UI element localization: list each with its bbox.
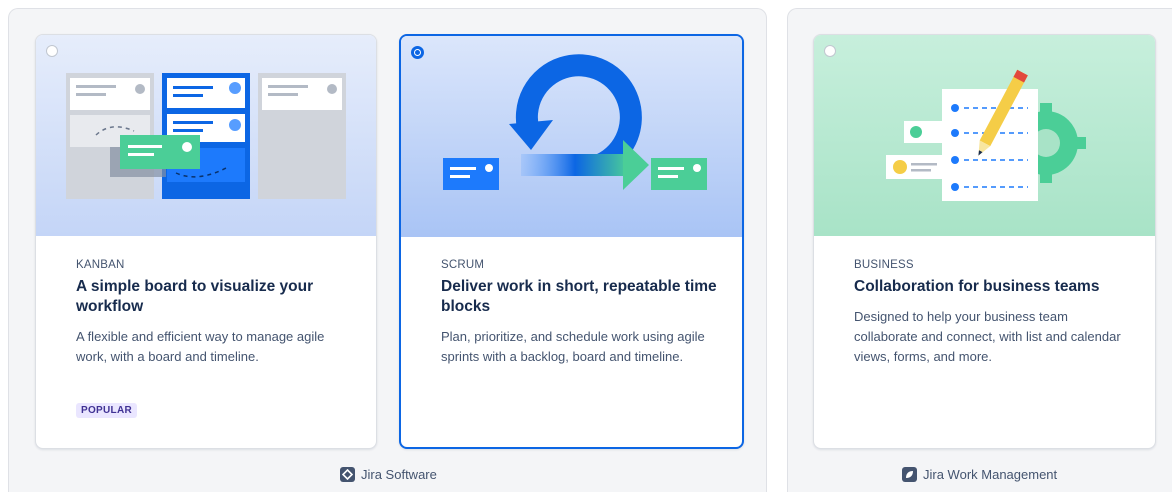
card-title: Deliver work in short, repeatable time b… [441,278,717,315]
product-name: Jira Software [361,467,437,482]
business-template-card[interactable]: BUSINESS Collaboration for business team… [813,34,1156,449]
card-kicker: SCRUM [441,259,485,271]
card-kicker: KANBAN [76,259,125,271]
card-description: Designed to help your business team coll… [854,309,1121,364]
popular-badge: POPULAR [76,403,137,418]
jira-work-management-icon [902,467,917,482]
kanban-illustration [36,35,376,236]
scrum-radio[interactable] [411,46,424,59]
jira-software-icon [340,467,355,482]
product-name: Jira Work Management [923,467,1058,482]
business-radio[interactable] [824,45,836,57]
jira-software-group: KANBAN A simple board to visualize your … [8,8,767,492]
jira-work-management-label: Jira Work Management [902,467,1057,482]
card-kicker: BUSINESS [854,259,914,271]
jira-software-label: Jira Software [340,467,437,482]
scrum-illustration [401,36,742,237]
business-illustration [814,35,1155,236]
scrum-template-card[interactable]: SCRUM Deliver work in short, repeatable … [399,34,744,449]
card-description: Plan, prioritize, and schedule work usin… [441,329,705,364]
card-title: Collaboration for business teams [854,278,1100,295]
card-description: A flexible and efficient way to manage a… [76,329,325,364]
kanban-template-card[interactable]: KANBAN A simple board to visualize your … [35,34,377,449]
kanban-radio[interactable] [46,45,58,57]
jira-work-management-group: BUSINESS Collaboration for business team… [787,8,1172,492]
card-title: A simple board to visualize your workflo… [76,278,314,315]
